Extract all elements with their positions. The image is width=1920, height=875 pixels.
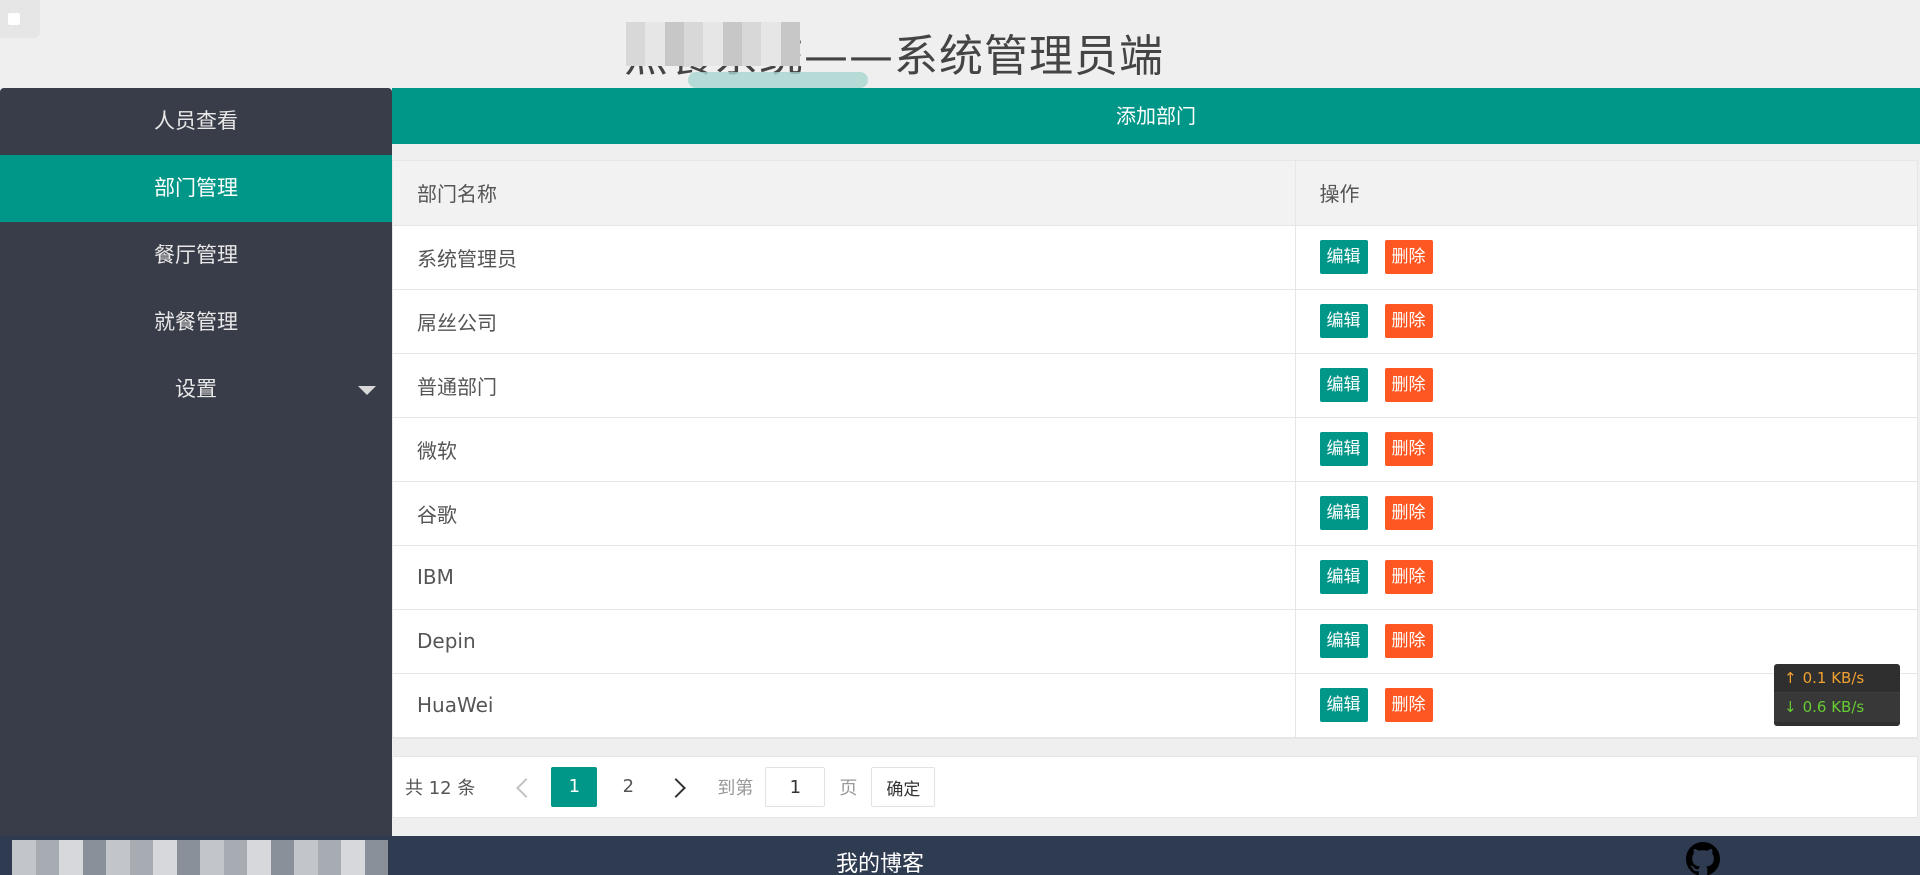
edit-button[interactable]: 编辑 bbox=[1319, 432, 1368, 466]
arrow-down-icon: ↓ bbox=[1784, 698, 1797, 716]
table-row: 谷歌 编辑 删除 bbox=[393, 481, 1917, 546]
department-name: Depin bbox=[393, 609, 1296, 674]
table-row: 系统管理员 编辑 删除 bbox=[393, 225, 1917, 290]
footer: 我的博客 bbox=[0, 836, 1920, 875]
row-actions: 编辑 删除 bbox=[1295, 545, 1917, 610]
column-header-name: 部门名称 bbox=[393, 161, 1296, 226]
table-row: HuaWei 编辑 删除 bbox=[393, 673, 1917, 738]
blog-link[interactable]: 我的博客 bbox=[836, 846, 924, 875]
page-number-2[interactable]: 2 bbox=[605, 767, 651, 807]
table-row: 屌丝公司 编辑 删除 bbox=[393, 289, 1917, 354]
delete-button[interactable]: 删除 bbox=[1384, 368, 1433, 402]
page-number-1[interactable]: 1 bbox=[551, 767, 598, 807]
add-department-button[interactable]: 添加部门 bbox=[392, 88, 1920, 144]
row-actions: 编辑 删除 bbox=[1295, 481, 1917, 546]
header: 点餐系统——系统管理员端 bbox=[0, 0, 1920, 88]
pagination-total: 共 12 条 bbox=[405, 778, 476, 799]
department-name: 微软 bbox=[393, 417, 1296, 482]
redacted-footer-text bbox=[12, 840, 388, 875]
table-row: Depin 编辑 删除 bbox=[393, 609, 1917, 674]
network-speed-widget[interactable]: ↑ 0.1 KB/s ↓ 0.6 KB/s bbox=[1774, 664, 1900, 726]
redacted-title-prefix bbox=[626, 22, 800, 66]
delete-button[interactable]: 删除 bbox=[1384, 240, 1433, 274]
sidebar-item-personnel[interactable]: 人员查看 bbox=[0, 88, 392, 155]
delete-button[interactable]: 删除 bbox=[1384, 688, 1433, 722]
table-header-row: 部门名称 操作 bbox=[393, 161, 1917, 226]
delete-button[interactable]: 删除 bbox=[1384, 304, 1433, 338]
sidebar-item-settings-label: 设置 bbox=[175, 377, 217, 401]
row-actions: 编辑 删除 bbox=[1295, 417, 1917, 482]
edit-button[interactable]: 编辑 bbox=[1319, 624, 1368, 658]
column-header-actions: 操作 bbox=[1295, 161, 1917, 226]
table-row: 普通部门 编辑 删除 bbox=[393, 353, 1917, 418]
department-name: 谷歌 bbox=[393, 481, 1296, 546]
prev-page-icon[interactable] bbox=[513, 777, 533, 797]
delete-button[interactable]: 删除 bbox=[1384, 560, 1433, 594]
sidebar: 人员查看 部门管理 餐厅管理 就餐管理 设置 bbox=[0, 88, 392, 836]
department-name: IBM bbox=[393, 545, 1296, 610]
department-name: 普通部门 bbox=[393, 353, 1296, 418]
edit-button[interactable]: 编辑 bbox=[1319, 688, 1368, 722]
edit-button[interactable]: 编辑 bbox=[1319, 304, 1368, 338]
goto-page-input[interactable] bbox=[765, 767, 826, 807]
goto-label: 到第 bbox=[717, 778, 754, 799]
edit-button[interactable]: 编辑 bbox=[1319, 496, 1368, 530]
row-actions: 编辑 删除 bbox=[1295, 289, 1917, 354]
github-icon[interactable] bbox=[1686, 842, 1720, 875]
delete-button[interactable]: 删除 bbox=[1384, 432, 1433, 466]
edit-button[interactable]: 编辑 bbox=[1319, 240, 1368, 274]
department-table: 部门名称 操作 系统管理员 编辑 删除 屌丝公司 编辑 删除 普通部门 编辑 删除 微软 编辑 删除谷… bbox=[392, 160, 1918, 739]
download-speed: 0.6 KB/s bbox=[1802, 698, 1865, 716]
department-name: 屌丝公司 bbox=[393, 289, 1296, 354]
title-underline bbox=[688, 72, 868, 88]
next-page-icon[interactable] bbox=[669, 777, 689, 797]
sidebar-item-dining[interactable]: 就餐管理 bbox=[0, 289, 392, 356]
row-actions: 编辑 删除 bbox=[1295, 225, 1917, 290]
sidebar-item-settings[interactable]: 设置 bbox=[0, 356, 392, 423]
upload-speed-row: ↑ 0.1 KB/s bbox=[1774, 664, 1900, 693]
table-row: 微软 编辑 删除 bbox=[393, 417, 1917, 482]
sidebar-item-restaurants[interactable]: 餐厅管理 bbox=[0, 222, 392, 289]
download-speed-row: ↓ 0.6 KB/s bbox=[1774, 693, 1900, 722]
row-actions: 编辑 删除 bbox=[1295, 353, 1917, 418]
pagination: 共 12 条 1 2 到第 页 确定 bbox=[392, 756, 1918, 818]
edit-button[interactable]: 编辑 bbox=[1319, 368, 1368, 402]
delete-button[interactable]: 删除 bbox=[1384, 624, 1433, 658]
edit-button[interactable]: 编辑 bbox=[1319, 560, 1368, 594]
caret-down-icon bbox=[358, 386, 376, 395]
department-name: 系统管理员 bbox=[393, 225, 1296, 290]
goto-confirm-button[interactable]: 确定 bbox=[871, 767, 936, 807]
table-row: IBM 编辑 删除 bbox=[393, 545, 1917, 610]
delete-button[interactable]: 删除 bbox=[1384, 496, 1433, 530]
arrow-up-icon: ↑ bbox=[1784, 669, 1797, 687]
sidebar-item-departments[interactable]: 部门管理 bbox=[0, 155, 392, 222]
main-content: 添加部门 部门名称 操作 系统管理员 编辑 删除 屌丝公司 编辑 删除 普通部门 编辑 删除 微软… bbox=[392, 88, 1920, 836]
upload-speed: 0.1 KB/s bbox=[1802, 669, 1865, 687]
department-name: HuaWei bbox=[393, 673, 1296, 738]
page-unit-label: 页 bbox=[839, 778, 858, 799]
